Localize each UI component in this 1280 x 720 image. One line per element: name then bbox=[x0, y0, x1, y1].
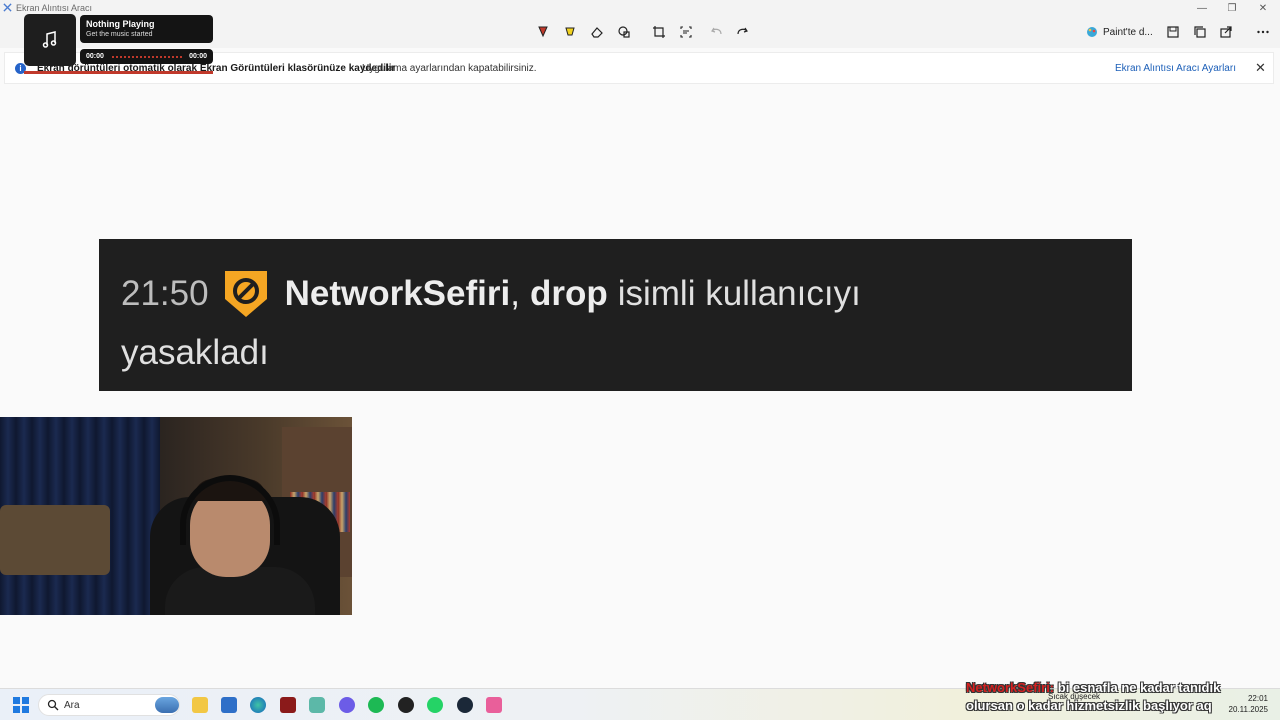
music-progress-bar: 00:00 00:00 bbox=[80, 49, 213, 64]
pen-icon bbox=[538, 26, 548, 38]
highlighter-tool-button[interactable] bbox=[559, 22, 581, 42]
edge-icon[interactable] bbox=[250, 697, 266, 713]
file-explorer-icon[interactable] bbox=[192, 697, 208, 713]
eraser-icon bbox=[591, 27, 603, 38]
moderator-ban-badge-icon bbox=[224, 271, 267, 317]
search-icon bbox=[47, 699, 59, 711]
share-button[interactable] bbox=[1215, 22, 1237, 42]
stream-chat-message: bi esnafla ne kadar tanıdık bbox=[1057, 680, 1221, 695]
album-art bbox=[24, 14, 76, 66]
clock-time: 22:01 bbox=[1247, 694, 1268, 703]
save-button[interactable] bbox=[1162, 22, 1184, 42]
now-playing-subtitle: Get the music started bbox=[86, 31, 153, 38]
spotify-icon[interactable] bbox=[368, 697, 384, 713]
clock-date: 20.11.2025 bbox=[1228, 705, 1268, 714]
open-in-paint-button[interactable]: Paint'te d... bbox=[1086, 22, 1153, 42]
chat-message-continuation: yasakladı bbox=[121, 333, 269, 372]
minimize-button[interactable]: — bbox=[1192, 2, 1212, 16]
shapes-icon bbox=[618, 26, 630, 38]
save-icon bbox=[1167, 26, 1179, 38]
pen-tool-button[interactable] bbox=[532, 22, 554, 42]
redo-button[interactable] bbox=[731, 22, 753, 42]
info-bar-hint: Uygulama ayarlarından kapatabilirsiniz. bbox=[362, 63, 537, 74]
search-placeholder: Ara bbox=[64, 700, 80, 711]
maximize-button[interactable]: ❐ bbox=[1222, 2, 1242, 16]
progress-track bbox=[112, 56, 182, 60]
paint-icon bbox=[1087, 27, 1097, 37]
discord-icon[interactable] bbox=[339, 697, 355, 713]
time-total: 00:00 bbox=[189, 53, 207, 60]
redo-icon bbox=[737, 27, 748, 35]
snipping-tool-icon bbox=[3, 3, 12, 12]
stream-chat-overlay-line2: olursan o kadar hizmetsizlik başlıyor aq bbox=[966, 698, 1212, 713]
text-actions-button[interactable] bbox=[675, 22, 697, 42]
webcam-pillow bbox=[0, 505, 110, 575]
chat-message-line: 21:50 NetworkSefiri , drop isimli kullan… bbox=[121, 269, 861, 319]
weather-widget-icon[interactable] bbox=[155, 697, 179, 713]
paint-label: Paint'te d... bbox=[1103, 26, 1153, 38]
webcam-feed bbox=[0, 417, 352, 615]
news-app-icon[interactable] bbox=[280, 697, 296, 713]
copy-icon bbox=[1194, 26, 1206, 38]
highlighter-icon bbox=[565, 27, 575, 36]
captured-image: 21:50 NetworkSefiri , drop isimli kullan… bbox=[99, 239, 1132, 391]
title-bar: Ekran Alıntısı Aracı — ❐ ✕ bbox=[0, 0, 1280, 16]
share-icon bbox=[1220, 26, 1232, 38]
snipping-tool-taskbar-icon[interactable] bbox=[486, 697, 502, 713]
undo-button[interactable] bbox=[706, 22, 728, 42]
text-actions-icon bbox=[680, 26, 692, 38]
chat-comma: , bbox=[510, 274, 520, 313]
network-app-icon[interactable] bbox=[309, 697, 325, 713]
music-note-icon bbox=[42, 31, 57, 48]
start-button[interactable] bbox=[13, 697, 29, 713]
steam-icon[interactable] bbox=[457, 697, 473, 713]
now-playing-card: Nothing Playing Get the music started bbox=[80, 15, 213, 43]
obs-icon[interactable] bbox=[398, 697, 414, 713]
chat-timestamp: 21:50 bbox=[121, 274, 209, 313]
chat-message-text: isimli kullanıcıyı bbox=[617, 274, 861, 313]
app-title: Ekran Alıntısı Aracı bbox=[16, 3, 93, 13]
crop-icon bbox=[653, 26, 665, 38]
more-icon bbox=[1257, 30, 1269, 34]
store-icon[interactable] bbox=[221, 697, 237, 713]
crop-button[interactable] bbox=[648, 22, 670, 42]
info-bar-close-button[interactable]: ✕ bbox=[1255, 60, 1266, 76]
stream-chat-overlay-line: NetworkSefiri: bi esnafla ne kadar tanıd… bbox=[966, 680, 1220, 695]
undo-icon bbox=[711, 27, 722, 35]
chat-banned-user: drop bbox=[529, 274, 608, 313]
chat-moderator-name: NetworkSefiri bbox=[284, 274, 511, 313]
eraser-tool-button[interactable] bbox=[586, 22, 608, 42]
tray-clock[interactable]: 22:01 20.11.2025 bbox=[1226, 693, 1268, 715]
overlay-accent-line bbox=[24, 71, 213, 74]
whatsapp-icon[interactable] bbox=[427, 697, 443, 713]
copy-button[interactable] bbox=[1189, 22, 1211, 42]
shapes-tool-button[interactable] bbox=[613, 22, 635, 42]
time-elapsed: 00:00 bbox=[86, 53, 104, 60]
webcam-headset bbox=[180, 475, 280, 545]
more-options-button[interactable] bbox=[1252, 22, 1274, 42]
settings-link[interactable]: Ekran Alıntısı Aracı Ayarları bbox=[1115, 63, 1236, 74]
stream-chat-username: NetworkSefiri: bbox=[966, 680, 1055, 695]
now-playing-title: Nothing Playing bbox=[86, 19, 155, 29]
close-button[interactable]: ✕ bbox=[1253, 2, 1273, 16]
